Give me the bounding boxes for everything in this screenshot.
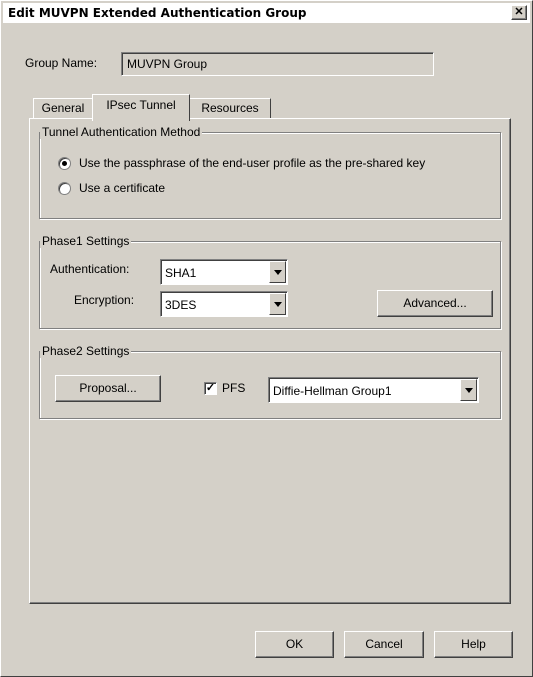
chevron-down-icon[interactable] — [269, 293, 286, 315]
phase2-legend: Phase2 Settings — [40, 344, 132, 358]
proposal-button[interactable]: Proposal... — [55, 375, 161, 402]
cancel-button[interactable]: Cancel — [344, 631, 424, 658]
checkmark-icon: ✓ — [205, 382, 216, 394]
chevron-down-icon[interactable] — [460, 379, 477, 401]
dialog-window: Edit MUVPN Extended Authentication Group… — [0, 0, 533, 677]
tab-panel-ipsec: Tunnel Authentication Method Use the pas… — [29, 118, 511, 604]
authentication-label: Authentication: — [50, 262, 130, 276]
tab-general[interactable]: General — [33, 98, 93, 119]
pfs-check-box[interactable]: ✓ — [204, 382, 217, 395]
close-button[interactable]: ✕ — [511, 5, 527, 20]
ok-button[interactable]: OK — [255, 631, 334, 658]
radio-certificate-label: Use a certificate — [79, 181, 166, 195]
tunnel-auth-group: Tunnel Authentication Method Use the pas… — [39, 125, 501, 219]
encryption-label: Encryption: — [74, 293, 135, 307]
radio-certificate[interactable]: Use a certificate — [58, 180, 258, 196]
pfs-checkbox[interactable]: ✓ PFS — [204, 381, 254, 397]
group-name-field[interactable]: MUVPN Group — [121, 52, 434, 76]
dh-group-value: Diffie-Hellman Group1 — [273, 384, 392, 398]
title-bar: Edit MUVPN Extended Authentication Group… — [3, 3, 530, 23]
tab-resources[interactable]: Resources — [189, 98, 271, 119]
tab-ipsec-tunnel[interactable]: IPsec Tunnel — [92, 94, 190, 121]
group-name-value: MUVPN Group — [127, 57, 208, 71]
phase2-group: Phase2 Settings Proposal... ✓ PFS Diffie… — [39, 344, 501, 419]
close-icon: ✕ — [514, 6, 524, 18]
phase1-legend: Phase1 Settings — [40, 234, 132, 248]
group-name-label: Group Name: — [25, 56, 98, 70]
authentication-value: SHA1 — [165, 266, 197, 280]
tunnel-auth-legend: Tunnel Authentication Method — [40, 125, 203, 139]
radio-passphrase-button[interactable] — [58, 157, 71, 170]
radio-passphrase[interactable]: Use the passphrase of the end-user profi… — [58, 155, 498, 171]
advanced-button[interactable]: Advanced... — [377, 290, 493, 317]
encryption-select[interactable]: 3DES — [160, 291, 288, 317]
phase1-group: Phase1 Settings Authentication: SHA1 Enc… — [39, 234, 501, 329]
tab-resources-label: Resources — [201, 101, 259, 115]
encryption-value: 3DES — [165, 298, 197, 312]
chevron-down-icon[interactable] — [269, 261, 286, 283]
pfs-label: PFS — [222, 381, 246, 395]
radio-passphrase-label: Use the passphrase of the end-user profi… — [79, 156, 426, 170]
tab-ipsec-tunnel-label: IPsec Tunnel — [106, 98, 176, 112]
dh-group-select[interactable]: Diffie-Hellman Group1 — [268, 377, 479, 403]
tab-general-label: General — [41, 101, 85, 115]
authentication-select[interactable]: SHA1 — [160, 259, 288, 285]
window-title: Edit MUVPN Extended Authentication Group — [8, 6, 307, 20]
radio-certificate-button[interactable] — [58, 182, 71, 195]
help-button[interactable]: Help — [434, 631, 513, 658]
